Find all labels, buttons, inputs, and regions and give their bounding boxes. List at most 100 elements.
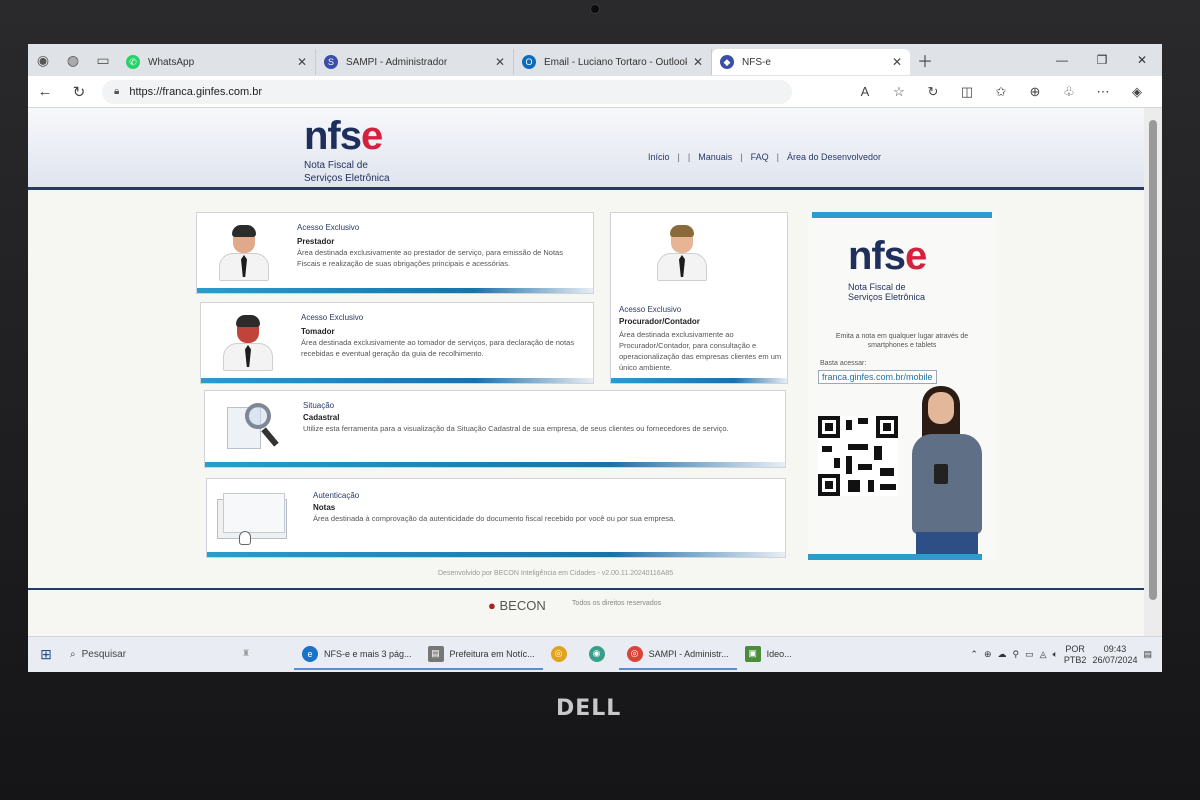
becon-logo[interactable]: ● BECON (488, 598, 546, 613)
back-icon[interactable]: ← (28, 83, 62, 100)
prestador-avatar-icon (219, 225, 269, 283)
nav-separator: | (740, 152, 743, 162)
tomador-avatar-icon (223, 315, 273, 373)
tab-outlook[interactable]: O Email - Luciano Tortaro - Outlook ✕ (514, 49, 712, 75)
taskbar-app[interactable]: ◉ (581, 640, 619, 670)
tab-label: WhatsApp (148, 56, 195, 68)
scrollbar-thumb[interactable] (1149, 120, 1157, 600)
card-tomador[interactable]: Acesso Exclusivo Tomador Área destinada … (200, 302, 594, 384)
chrome-icon: ◎ (550, 645, 567, 662)
card-title: Autenticação (313, 491, 360, 500)
card-autenticacao[interactable]: Autenticação Notas Área destinada à comp… (206, 478, 786, 558)
app-icon: ▣ (744, 645, 761, 662)
mobile-promo-banner[interactable]: nfse Nota Fiscal de Serviços Eletrônica E… (808, 212, 996, 560)
taskbar-ideo[interactable]: ▣ Ideo... (737, 640, 800, 670)
location-icon[interactable]: ⚲ (1012, 649, 1019, 660)
top-nav: Início | | Manuais | FAQ | Área do Desen… (648, 152, 881, 162)
close-icon[interactable]: ✕ (892, 55, 902, 69)
vertical-scrollbar[interactable] (1144, 108, 1162, 636)
tab-sampi[interactable]: S SAMPI - Administrador ✕ (316, 49, 514, 75)
refresh-page-icon[interactable]: ↻ (916, 84, 950, 100)
promo-text: Emita a nota em qualquer lugar através d… (835, 333, 969, 349)
chrome-icon: ◎ (626, 645, 643, 662)
browser-tab-bar: ◉ ◍ ▭ ✆ WhatsApp ✕ S SAMPI - Administrad… (28, 44, 1162, 76)
card-accent-bar (207, 552, 785, 557)
tab-whatsapp[interactable]: ✆ WhatsApp ✕ (118, 49, 316, 75)
web-page: nfse Nota Fiscal de Serviços Eletrônica … (28, 108, 1144, 636)
logo-text: nfse (304, 114, 383, 158)
card-accent-bar (201, 378, 593, 383)
card-prestador[interactable]: Acesso Exclusivo Prestador Área destinad… (196, 212, 594, 294)
taskbar-document[interactable]: ▤ Prefeitura em Notíc... (419, 640, 543, 670)
tab-nfse[interactable]: ◆ NFS-e ✕ (712, 49, 910, 75)
card-subtitle: Notas (313, 503, 336, 512)
nav-separator: | (687, 152, 691, 162)
split-screen-icon[interactable]: ◫ (950, 84, 984, 100)
taskbar-search[interactable]: ⌕ Pesquisar (64, 643, 234, 667)
lock-icon[interactable]: 🔒︎ (114, 86, 119, 97)
wifi-icon[interactable]: ◬ (1040, 649, 1047, 660)
outlook-icon: O (522, 55, 536, 69)
show-hidden-icon[interactable]: ⌃ (970, 649, 978, 660)
nav-separator: | (776, 152, 779, 162)
card-title: Acesso Exclusivo (297, 223, 360, 232)
cloud-icon[interactable]: ☁ (997, 649, 1006, 660)
card-accent-bar (197, 288, 593, 293)
taskbar-search-label: Pesquisar (81, 649, 127, 660)
logo-subtitle-1: Nota Fiscal de (304, 160, 368, 171)
site-header: nfse Nota Fiscal de Serviços Eletrônica … (28, 108, 1144, 190)
language-indicator[interactable]: POR PTB2 (1064, 644, 1087, 666)
close-icon[interactable]: ✕ (693, 55, 703, 69)
card-situacao[interactable]: Situação Cadastral Utilize esta ferramen… (204, 390, 786, 468)
volume-icon[interactable]: 🔈︎ (1053, 649, 1058, 660)
tab-label: NFS-e (742, 56, 771, 68)
becon-logo-icon: ● (488, 598, 496, 613)
favorites-icon[interactable]: ✩ (984, 84, 1018, 100)
screen: ◉ ◍ ▭ ✆ WhatsApp ✕ S SAMPI - Administrad… (28, 44, 1162, 672)
workspaces-icon[interactable]: ◍ (58, 44, 88, 76)
notifications-icon[interactable]: ▤ (1143, 649, 1152, 660)
more-icon[interactable]: ⋯ (1086, 84, 1120, 100)
copilot-icon[interactable]: ◈ (1120, 84, 1154, 100)
tab-label: SAMPI - Administrador (346, 56, 448, 68)
nav-manuais[interactable]: Manuais (698, 152, 732, 162)
taskbar-edge[interactable]: e NFS-e e mais 3 pág... (294, 640, 420, 670)
url-text: https://franca.ginfes.com.br (129, 85, 262, 98)
refresh-icon[interactable]: ↻ (62, 83, 96, 101)
profile-icon[interactable]: ◉ (28, 44, 58, 76)
taskbar-chrome[interactable]: ◎ (543, 640, 581, 670)
card-title: Situação (303, 401, 335, 410)
battery-icon[interactable]: ▭ (1025, 649, 1034, 660)
close-icon[interactable]: ✕ (297, 55, 307, 69)
nav-area-desenvolvedor[interactable]: Área do Desenvolvedor (787, 152, 881, 162)
read-aloud-icon[interactable]: A (848, 84, 882, 100)
nav-inicio[interactable]: Início (648, 152, 670, 162)
nav-faq[interactable]: FAQ (751, 152, 769, 162)
promo-bottom-bar (808, 554, 982, 560)
card-title: Acesso Exclusivo (619, 305, 682, 314)
close-window-icon[interactable]: ✕ (1122, 53, 1162, 67)
tab-actions-icon[interactable]: ▭ (88, 44, 118, 76)
taskbar-chrome-sampi[interactable]: ◎ SAMPI - Administr... (618, 640, 737, 670)
favorite-star-icon[interactable]: ☆ (882, 84, 916, 100)
minimize-icon[interactable]: — (1042, 53, 1082, 67)
card-subtitle: Prestador (297, 237, 335, 246)
windows-taskbar: ⊞ ⌕ Pesquisar ♜ e NFS-e e mais 3 pág... … (28, 636, 1162, 672)
url-field[interactable]: 🔒︎ https://franca.ginfes.com.br (102, 79, 792, 104)
edge-icon: e (302, 645, 318, 662)
network-globe-icon[interactable]: ⊕ (984, 649, 992, 660)
collections-icon[interactable]: ⊕ (1018, 84, 1052, 100)
close-icon[interactable]: ✕ (495, 55, 505, 69)
card-subtitle: Procurador/Contador (619, 317, 700, 326)
new-tab-icon[interactable]: ＋ (910, 48, 940, 72)
nfse-logo[interactable]: nfse Nota Fiscal de Serviços Eletrônica (304, 114, 390, 184)
promo-access-label: Basta acessar: (820, 360, 867, 367)
clock[interactable]: 09:43 26/07/2024 (1092, 644, 1137, 666)
windows-start-icon[interactable]: ⊞ (28, 646, 64, 663)
extensions-icon[interactable]: ♧ (1052, 84, 1086, 100)
paris-widget-icon[interactable]: ♜ (234, 640, 294, 670)
maximize-icon[interactable]: ❐ (1082, 53, 1122, 67)
card-procurador[interactable]: Acesso Exclusivo Procurador/Contador Áre… (610, 212, 788, 384)
card-description: Área destinada exclusivamente ao prestad… (297, 248, 563, 268)
procurador-avatar-icon (657, 225, 707, 283)
